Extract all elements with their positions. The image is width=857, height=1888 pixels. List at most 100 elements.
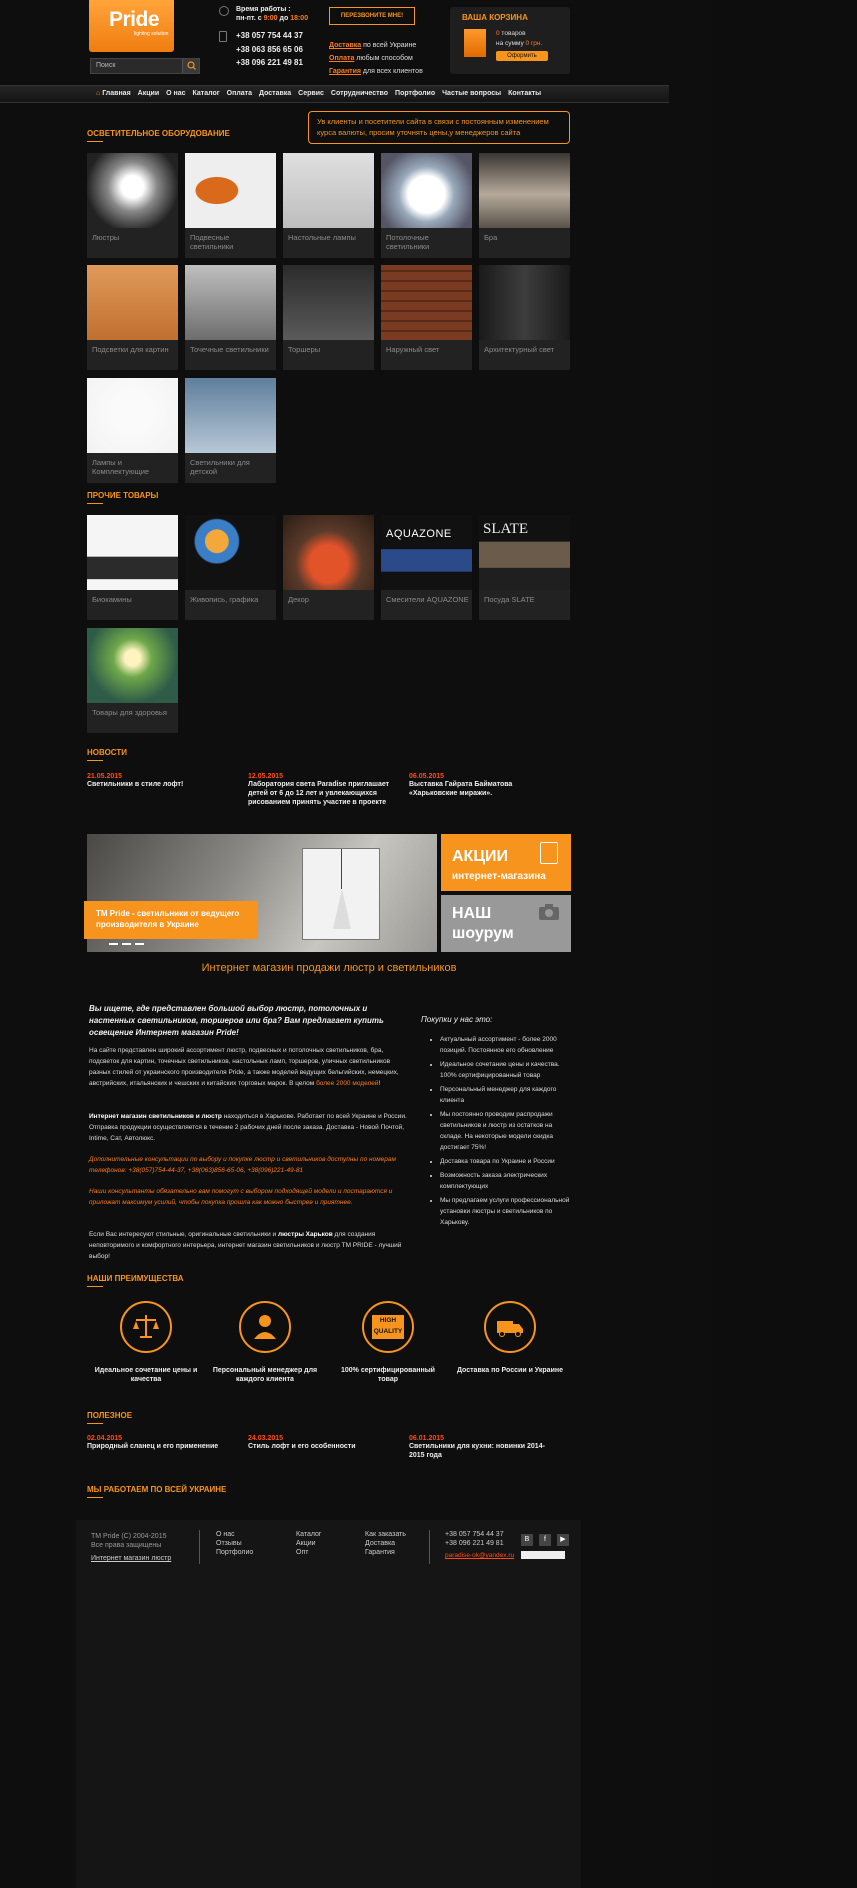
phone-1[interactable]: +38 057 754 44 37 [236,29,303,43]
category-tile[interactable]: Настольные лампы [283,153,374,258]
email-link[interactable]: paradise-ok@yandex.ru [445,1551,514,1560]
checkout-button[interactable]: Оформить [496,51,548,61]
category-tile[interactable]: Точечные светильники [185,265,276,370]
nav-promo[interactable]: Акции [138,90,159,97]
useful-title: Светильники для кухни: новинки 2014-2015… [409,1443,545,1459]
shop-link[interactable]: Интернет магазин люстр [91,1554,171,1563]
shopping-bag-icon [464,29,486,57]
category-tile[interactable]: Наружный свет [381,265,472,370]
why-item: Мы предлагаем услуги профессиональной ус… [440,1195,572,1228]
category-tile[interactable]: Архитектурный свет [479,265,570,370]
payment-link[interactable]: Оплата любым способом [329,52,423,65]
news-item[interactable]: 06.05.2015 Выставка Гайрата Байматова «Х… [409,773,559,798]
other-category-tile[interactable]: Товары для здоровья [87,628,178,733]
warranty-link[interactable]: Гарантия для всех клиентов [329,65,423,78]
intro-text: Вы ищете, где представлен большой выбор … [89,1004,384,1037]
footer-link[interactable]: О нас [216,1530,253,1539]
footer-link[interactable]: Отзывы [216,1539,253,1548]
main-nav: ⌂ Главная Акции О нас Каталог Оплата Дос… [0,85,669,103]
phone-2[interactable]: +38 063 856 65 06 [236,43,303,57]
callback-button[interactable]: ПЕРЕЗВОНИТЕ МНЕ! [329,7,415,25]
nav-delivery[interactable]: Доставка [259,90,291,97]
nav-portfolio[interactable]: Портфолио [395,90,435,97]
promo-sales-subtitle: интернет-магазина [452,871,546,882]
other-category-tile[interactable]: Биокамины [87,515,178,620]
useful-item[interactable]: 24.03.2015 Стиль лофт и его особенности [248,1435,398,1451]
nav-payment[interactable]: Оплата [227,90,252,97]
category-image [283,265,374,340]
nav-about[interactable]: О нас [166,90,185,97]
footer-link[interactable]: Гарантия [365,1548,406,1557]
other-heading: ПРОЧИЕ ТОВАРЫ [87,491,159,500]
other-category-tile[interactable]: Декор [283,515,374,620]
lamp-product-image [302,848,380,940]
footer-col-catalog: Каталог Акции Опт [296,1530,321,1557]
useful-item[interactable]: 02.04.2015 Природный сланец и его примен… [87,1435,237,1451]
category-image [87,153,178,228]
category-label: Торшеры [288,345,321,354]
nav-cooperation[interactable]: Сотрудничество [331,90,388,97]
logo-text: Pride [109,8,160,31]
news-item[interactable]: 21.05.2015 Светильники в стиле лофт! [87,773,237,789]
showroom-banner[interactable]: НАШ шоурум [441,895,571,952]
category-tile[interactable]: Люстры [87,153,178,258]
category-tile[interactable]: Лампы и Комплектующие [87,378,178,483]
advantage-manager: Персональный менеджер для каждого клиент… [212,1367,318,1383]
promo-sales-banner[interactable]: АКЦИИ интернет-магазина [441,834,571,891]
why-item: Мы постоянно проводим распродажи светиль… [440,1109,572,1153]
cart-info: 0 товаров на сумму 0 грн. [496,30,543,47]
category-image [185,378,276,453]
divider [87,1423,103,1424]
cart-title: ВАША КОРЗИНА [462,13,528,22]
category-label: Светильники для детской [190,458,250,476]
footer-link[interactable]: Доставка [365,1539,406,1548]
nav-service[interactable]: Сервис [298,90,324,97]
footer-link[interactable]: Опт [296,1548,321,1557]
divider [87,760,103,761]
phone-3[interactable]: +38 096 221 49 81 [236,56,303,70]
service-links: Доставка по всей Украине Оплата любым сп… [329,39,423,78]
why-item: Персональный менеджер для каждого клиент… [440,1084,572,1106]
slate-overlay: SLATE [483,521,528,537]
category-label: Бра [484,233,498,242]
category-tile[interactable]: Бра [479,153,570,258]
footer-link[interactable]: Портфолио [216,1548,253,1557]
news-title: Лаборатория света Paradise приглашает де… [248,781,390,806]
logo[interactable]: Pride lighting solution [89,0,174,52]
news-date: 06.05.2015 [409,773,445,780]
models-link[interactable]: более 2000 моделей [316,1080,378,1087]
manager-icon [239,1301,291,1353]
category-tile[interactable]: Подвесные светильники [185,153,276,258]
footer-link[interactable]: Каталог [296,1530,321,1539]
delivery-link[interactable]: Доставка по всей Украине [329,39,423,52]
phones: +38 057 754 44 37 +38 063 856 65 06 +38 … [236,29,303,70]
nav-faq[interactable]: Частые вопросы [442,90,501,97]
vk-icon[interactable]: В [521,1534,533,1546]
youtube-icon[interactable]: ▶ [557,1534,569,1546]
nav-contacts[interactable]: Контакты [508,90,541,97]
category-tile[interactable]: Подсветки для картин [87,265,178,370]
hero-slider[interactable]: TM Pride - светильники от ведущего произ… [84,834,437,952]
other-category-tile[interactable]: Живопись, графика [185,515,276,620]
footer-link[interactable]: Акции [296,1539,321,1548]
nav-home[interactable]: ⌂ Главная [96,90,131,97]
other-category-image [87,515,178,590]
slider-dots[interactable] [109,943,144,945]
facebook-icon[interactable]: f [539,1534,551,1546]
category-tile[interactable]: Потолочные светильники [381,153,472,258]
news-item[interactable]: 12.05.2015 Лаборатория света Paradise пр… [248,773,398,807]
footer-link[interactable]: Как заказать [365,1530,406,1539]
category-label: Люстры [92,233,120,242]
main-title: Интернет магазин продажи люстр и светиль… [201,962,457,974]
category-tile[interactable]: Светильники для детской [185,378,276,483]
aquazone-overlay: AQUAZONE [386,528,452,540]
search-button[interactable] [182,59,199,73]
useful-title: Природный сланец и его применение [87,1443,219,1450]
search-icon [187,61,196,70]
nav-catalog[interactable]: Каталог [193,90,220,97]
useful-item[interactable]: 06.01.2015 Светильники для кухни: новинк… [409,1435,559,1460]
scales-icon [120,1301,172,1353]
category-tile[interactable]: Торшеры [283,265,374,370]
search-input[interactable]: Поиск [90,58,200,74]
cart[interactable]: ВАША КОРЗИНА 0 товаров на сумму 0 грн. О… [450,7,570,74]
